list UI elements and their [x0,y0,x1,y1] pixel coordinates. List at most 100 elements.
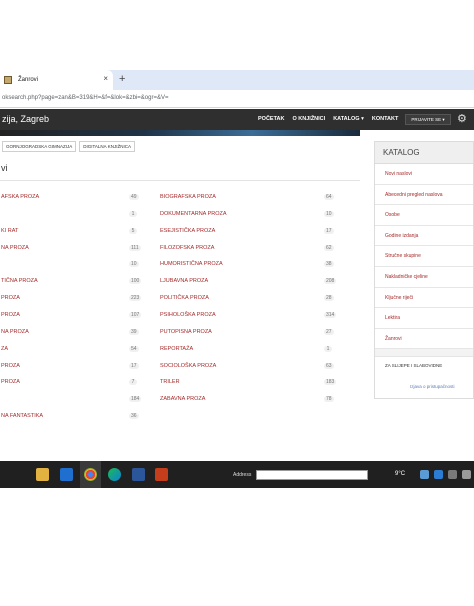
breadcrumb: GORNJOGRADSKA GIMNAZIJA DIGITALNA KNJIŽN… [2,141,135,152]
genre-item[interactable]: ZA 54 [1,345,143,356]
genre-label[interactable]: NA FANTASTIKA [1,413,43,419]
genre-item[interactable]: POLITIČKA PROZA 28 [160,295,338,305]
tray-icon[interactable] [462,470,471,479]
genre-label[interactable]: BIOGRAFSKA PROZA [160,194,216,200]
genre-label[interactable]: TRILER [160,379,180,385]
new-tab-button[interactable]: + [119,73,125,85]
genre-item[interactable]: NA FANTASTIKA 36 [1,413,143,423]
genre-item[interactable]: TIČNA PROZA 100 [1,278,143,288]
office-app-icon[interactable] [155,468,168,481]
genre-label[interactable]: NA PROZA [1,245,29,251]
genre-label[interactable]: TIČNA PROZA [1,278,38,284]
genre-label[interactable]: HUMORISTIČNA PROZA [160,261,223,267]
genre-count-badge: 100 [129,278,142,285]
site-title: zija, Zagreb [2,114,50,124]
accessibility-statement-link[interactable]: Izjava o pristupačnosti [410,384,455,389]
edge-icon[interactable] [108,468,121,481]
outlook-icon[interactable] [60,468,73,481]
word-icon[interactable] [132,468,145,481]
genre-label[interactable]: LJUBAVNA PROZA [160,278,208,284]
genre-item[interactable]: NA PROZA 39 [1,328,143,339]
weather-tray[interactable]: 9°C [395,471,405,477]
genre-item[interactable]: DOKUMENTARNA PROZA 10 [160,210,338,221]
genre-item[interactable]: PROZA 17 [1,362,143,373]
genre-label[interactable]: PROZA [1,363,20,369]
sidebar-item-alphabetical[interactable]: Abecedni pregled naslova [375,185,473,206]
sidebar-item-keywords[interactable]: Ključne riječi [375,288,473,309]
genre-item[interactable]: PROZA 223 [1,295,143,305]
genre-label[interactable]: KI RAT [1,228,18,234]
genre-label[interactable]: ZABAVNA PROZA [160,396,205,402]
sidebar-item-genres[interactable]: Žanrovi [375,329,473,350]
nav-home[interactable]: POČETAK [258,116,284,122]
windows-taskbar: Address 9°C [0,461,474,488]
genre-item[interactable]: PROZA 107 [1,311,143,322]
address-url[interactable]: oksearch.php?page=zan&B=319&H=&f=&lok=&z… [2,95,168,101]
chrome-icon[interactable] [84,468,97,481]
genre-count-badge: 28 [324,295,334,302]
sidebar-item-new-titles[interactable]: Novi naslovi [375,164,473,185]
genre-count-badge: 39 [129,328,139,335]
sidebar-item-subject-groups[interactable]: Stručne skupine [375,246,473,267]
nav-contact[interactable]: KONTAKT [372,116,398,122]
tab-title: Žanrovi [18,77,39,83]
genre-count-badge: 64 [324,194,334,200]
crumb-digital-library[interactable]: DIGITALNA KNJIŽNICA [79,141,135,152]
genre-label[interactable]: REPORTAŽA [160,346,193,352]
genre-label[interactable]: PUTOPISNA PROZA [160,329,212,335]
address-bar[interactable]: oksearch.php?page=zan&B=319&H=&f=&lok=&z… [0,90,474,108]
crumb-school[interactable]: GORNJOGRADSKA GIMNAZIJA [2,141,77,152]
nav-catalog[interactable]: KATALOG ▾ [333,116,364,122]
genre-label[interactable]: PROZA [1,312,20,318]
genre-count-badge: 10 [129,261,139,268]
genre-item[interactable]: 1 [1,210,143,221]
genre-item[interactable]: PROZA 7 [1,379,143,389]
browser-tab[interactable]: Žanrovi × [0,70,113,90]
tray-icon[interactable] [448,470,457,479]
genre-item[interactable]: 184 [1,396,143,406]
genre-count-badge: 208 [324,278,337,285]
genre-label[interactable]: FILOZOFSKA PROZA [160,245,214,251]
genre-item[interactable]: REPORTAŽA 1 [160,345,338,356]
sidebar-item-series[interactable]: Nakladničke cjeline [375,267,473,288]
genre-item[interactable]: PSIHOLOŠKA PROZA 314 [160,311,338,322]
genre-label[interactable]: POLITIČKA PROZA [160,295,209,301]
nav-about[interactable]: O KNJIŽNICI [292,116,325,122]
genre-label[interactable]: ESEJISTIČKA PROZA [160,228,215,234]
genre-item[interactable]: SOCIOLOŠKA PROZA 63 [160,362,338,373]
genre-label[interactable]: DOKUMENTARNA PROZA [160,211,227,217]
genre-label[interactable]: PSIHOLOŠKA PROZA [160,312,216,318]
accessibility-link[interactable]: ZA SLIJEPE I SLABOVIDNE [375,357,473,374]
genre-label[interactable]: AFSKA PROZA [1,194,39,200]
genre-label[interactable]: ZA [1,346,8,352]
genre-count-badge: 1 [129,210,137,217]
genre-item[interactable]: LJUBAVNA PROZA 208 [160,278,338,288]
genre-count-badge: 54 [129,345,139,352]
genre-item[interactable]: HUMORISTIČNA PROZA 38 [160,261,338,271]
genre-label[interactable]: PROZA [1,295,20,301]
genre-item[interactable]: ZABAVNA PROZA 78 [160,396,338,406]
sidebar-item-reading-list[interactable]: Lektira [375,308,473,329]
tray-icon[interactable] [434,470,443,479]
file-explorer-icon[interactable] [36,468,49,481]
genre-item[interactable]: PUTOPISNA PROZA 27 [160,328,338,339]
gear-icon[interactable]: ⚙ [457,112,467,125]
genre-item[interactable]: TRILER 183 [160,379,338,389]
taskbar-address-input[interactable] [256,470,368,480]
login-button[interactable]: PRIJAVITE SE ▾ [405,114,451,125]
genre-label[interactable]: PROZA [1,379,20,385]
genre-item[interactable]: ESEJISTIČKA PROZA 17 [160,227,338,238]
genre-item[interactable]: KI RAT 5 [1,227,143,238]
genre-label[interactable]: SOCIOLOŠKA PROZA [160,363,216,369]
genre-item[interactable]: BIOGRAFSKA PROZA 64 [160,194,338,204]
sidebar-item-years[interactable]: Godine izdanja [375,226,473,247]
genre-item[interactable]: NA PROZA 111 [1,244,143,255]
genre-item[interactable]: AFSKA PROZA 49 [1,194,143,204]
genre-count-badge: 184 [129,396,142,403]
genre-label[interactable]: NA PROZA [1,329,29,335]
tray-icon[interactable] [420,470,429,479]
tab-close-icon[interactable]: × [103,74,108,83]
genre-item[interactable]: FILOZOFSKA PROZA 62 [160,244,338,255]
genre-item[interactable]: 10 [1,261,143,271]
sidebar-item-persons[interactable]: Osobe [375,205,473,226]
